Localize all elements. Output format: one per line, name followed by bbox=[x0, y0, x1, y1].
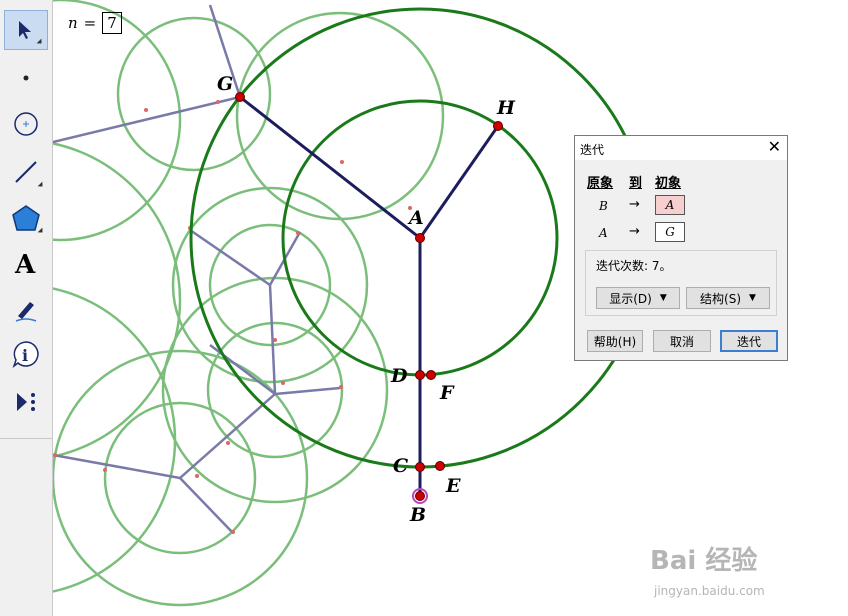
play-menu-icon bbox=[17, 393, 35, 411]
header-to: 到 bbox=[629, 176, 643, 191]
info-tool[interactable]: i bbox=[4, 334, 48, 374]
iteration-circles bbox=[53, 0, 445, 607]
parameter-n[interactable]: n = 7 bbox=[68, 12, 122, 34]
custom-tool[interactable] bbox=[4, 382, 48, 422]
polygon-tool[interactable] bbox=[4, 198, 48, 238]
header-preimage: 原象 bbox=[587, 176, 614, 191]
label-C[interactable]: C bbox=[393, 455, 408, 477]
label-F[interactable]: F bbox=[440, 382, 454, 404]
iteration-panel: 迭代次数: 7。 显示(D) ▼ 结构(S) ▼ bbox=[585, 250, 777, 316]
mapping-row: B → A bbox=[575, 195, 787, 217]
iteration-count-text: 迭代次数: 7。 bbox=[596, 259, 672, 273]
text-a-icon: A bbox=[14, 250, 36, 277]
cancel-button[interactable]: 取消 bbox=[653, 330, 711, 352]
line-segment-icon bbox=[15, 161, 37, 183]
iterate-button[interactable]: 迭代 bbox=[720, 330, 778, 352]
point-E[interactable] bbox=[435, 461, 445, 471]
point-H[interactable] bbox=[493, 121, 503, 131]
mapping-row: A → G bbox=[575, 222, 787, 244]
dialog-title: 迭代 bbox=[580, 143, 605, 157]
point-D[interactable] bbox=[415, 370, 425, 380]
marker-tool[interactable] bbox=[4, 290, 48, 330]
label-E[interactable]: E bbox=[446, 475, 460, 497]
arrow-right-icon: → bbox=[629, 197, 640, 212]
compass-icon bbox=[14, 112, 38, 136]
caret-down-icon: ▼ bbox=[659, 293, 667, 303]
caret-down-icon: ▼ bbox=[749, 293, 756, 303]
mapping-target-field[interactable]: A bbox=[655, 195, 685, 215]
label-B[interactable]: B bbox=[410, 504, 426, 526]
compass-tool[interactable] bbox=[4, 104, 48, 144]
watermark-logo: Bai 经验 bbox=[650, 546, 758, 576]
tool-palette: A i bbox=[0, 0, 53, 616]
svg-text:i: i bbox=[22, 346, 28, 365]
point-F[interactable] bbox=[426, 370, 436, 380]
toolbar-divider bbox=[0, 438, 52, 439]
parameter-equals: = bbox=[83, 14, 97, 32]
header-image: 初象 bbox=[655, 176, 682, 191]
point-G[interactable] bbox=[235, 92, 245, 102]
mapping-source: B bbox=[599, 199, 608, 213]
point-A[interactable] bbox=[415, 233, 425, 243]
arrow-right-icon: → bbox=[629, 224, 640, 239]
info-icon: i bbox=[12, 341, 39, 369]
structure-label: 结构(S) bbox=[700, 291, 742, 306]
arrow-icon bbox=[19, 21, 31, 39]
parameter-name: n bbox=[68, 14, 78, 32]
line-tool[interactable] bbox=[4, 152, 48, 192]
point-tool[interactable] bbox=[4, 58, 48, 98]
mapping-source: A bbox=[599, 226, 608, 240]
structure-dropdown[interactable]: 结构(S) ▼ bbox=[686, 287, 770, 309]
arrow-tool[interactable] bbox=[4, 10, 48, 50]
marker-pen-icon bbox=[15, 302, 37, 322]
close-icon[interactable]: ✕ bbox=[768, 138, 781, 156]
point-B[interactable] bbox=[415, 491, 425, 501]
label-A[interactable]: A bbox=[409, 207, 424, 229]
parameter-value[interactable]: 7 bbox=[102, 12, 122, 34]
label-D[interactable]: D bbox=[391, 365, 407, 387]
label-G[interactable]: G bbox=[217, 73, 233, 95]
watermark-url: jingyan.baidu.com bbox=[654, 584, 765, 598]
text-tool[interactable]: A bbox=[4, 243, 48, 283]
label-H[interactable]: H bbox=[497, 97, 515, 119]
polygon-icon bbox=[12, 205, 40, 231]
point-C[interactable] bbox=[415, 462, 425, 472]
mapping-target-field[interactable]: G bbox=[655, 222, 685, 242]
help-button[interactable]: 帮助(H) bbox=[587, 330, 643, 352]
point-icon bbox=[23, 75, 29, 81]
point-B-selected[interactable] bbox=[412, 488, 428, 504]
display-label: 显示(D) bbox=[609, 291, 652, 306]
dialog-titlebar[interactable]: 迭代 ✕ bbox=[575, 136, 787, 160]
iterate-dialog: 迭代 ✕ 原象 到 初象 B → A A → G 迭代次数: 7。 显示(D) … bbox=[574, 135, 788, 361]
svg-text:A: A bbox=[14, 250, 36, 277]
display-dropdown[interactable]: 显示(D) ▼ bbox=[596, 287, 680, 309]
main-branches bbox=[239, 95, 500, 496]
